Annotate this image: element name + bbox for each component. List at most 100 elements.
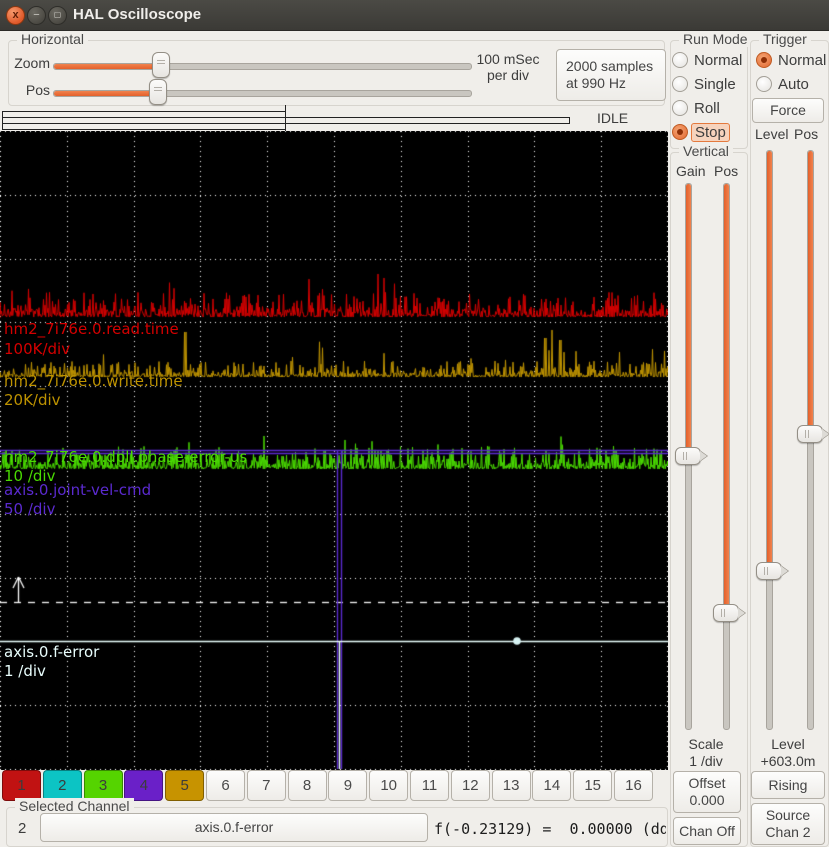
trigger-radio-auto[interactable]: Auto [756,75,809,93]
scale-caption: Scale [688,736,724,752]
vertical-pos-slider-fill [724,184,729,613]
run-mode-radio-normal-label: Normal [694,51,743,69]
radio-circle[interactable] [672,100,688,116]
chan-off-button-label: Chan Off [679,822,735,839]
pos-slider-track[interactable] [53,90,472,97]
channel-button-16[interactable]: 16 [614,770,653,801]
trace-scale-label-3: 50 /div [4,500,56,518]
radio-circle[interactable] [672,76,688,92]
samples-button[interactable]: 2000 samples at 990 Hz [556,49,666,101]
status-label: IDLE [597,110,629,126]
maximize-icon[interactable]: ▢ [48,6,67,25]
rising-button-label: Rising [768,776,808,793]
horizontal-frame-label: Horizontal [17,31,89,47]
cursor-readout: f(-0.23129) = 0.00000 (dd [434,820,666,838]
sample-rate-line1: 100 mSec [476,51,540,67]
trace-scale-label-1: 20K/div [4,391,61,409]
channel-button-5[interactable]: 5 [165,770,205,801]
radio-circle[interactable] [756,76,772,92]
gain-slider-handle[interactable] [675,447,701,465]
channel-button-1[interactable]: 1 [2,770,41,801]
selected-channel-frame-label: Selected Channel [15,798,134,814]
run-mode-radio-roll[interactable]: Roll [672,99,720,117]
vertical-pos-label: Pos [714,163,739,179]
pos-label: Pos [25,82,50,98]
scope-display[interactable]: hm2_7i76e.0.read.time 100K/div hm2_7i76e.0… [0,131,668,770]
record-window-box [2,111,286,130]
trigger-radio-auto-label: Auto [778,75,809,93]
selected-channel-pin-button[interactable]: axis.0.f-error [40,813,428,842]
samples-button-line1: 2000 samples [566,58,654,74]
trace-name-label-2: hm2_7i76e.0.dpll.phase-error-us [4,448,248,466]
radio-circle[interactable] [672,52,688,68]
trigger-source-line1: Source [765,807,811,823]
force-button-label: Force [770,102,806,118]
title-bar: x − ▢ HAL Oscilloscope [0,0,829,31]
channel-button-8[interactable]: 8 [287,770,327,801]
run-mode-radio-roll-label: Roll [694,99,720,117]
trace-name-label-3: axis.0.joint-vel-cmd [4,481,152,499]
channel-button-6[interactable]: 6 [206,770,245,801]
trigger-pos-label: Pos [794,126,819,142]
channel-button-12[interactable]: 12 [450,770,490,801]
run-mode-radio-stop-label: Stop [691,122,730,142]
offset-button-line1: Offset [688,775,726,791]
run-mode-radio-normal[interactable]: Normal [672,51,742,69]
trace-scale-label-4: 1 /div [4,662,46,680]
samples-button-line2: at 990 Hz [566,75,626,91]
trigger-level-slider-handle[interactable] [756,562,782,580]
channel-button-15[interactable]: 15 [573,770,613,801]
chan-off-button[interactable]: Chan Off [673,817,741,845]
channel-button-13[interactable]: 13 [491,770,531,801]
sample-rate-line2: per div [486,67,530,83]
channel-button-9[interactable]: 9 [328,770,368,801]
run-mode-radio-single-label: Single [694,75,736,93]
trigger-frame: Trigger [750,31,829,847]
run-mode-radio-single[interactable]: Single [672,75,736,93]
channel-button-14[interactable]: 14 [532,770,572,801]
channel-button-11[interactable]: 11 [410,770,449,801]
channel-button-2[interactable]: 2 [42,770,82,801]
trace-name-label-1: hm2_7i76e.0.write.time [4,372,183,390]
trigger-source-button[interactable]: Source Chan 2 [751,803,825,845]
vertical-gain-label: Gain [676,163,706,179]
offset-button[interactable]: Offset 0.000 [673,771,741,813]
rising-button[interactable]: Rising [751,771,825,799]
radio-circle[interactable] [672,124,688,140]
offset-button-line2: 0.000 [689,792,725,808]
trace-name-label-4: axis.0.f-error [4,643,100,661]
trace-name-label-0: hm2_7i76e.0.read.time [4,320,179,338]
record-position-tick [285,105,286,134]
trigger-radio-normal[interactable]: Normal [756,51,826,69]
channel-button-10[interactable]: 10 [369,770,409,801]
trigger-pos-slider-fill [808,151,813,434]
trigger-level-slider-fill [767,151,772,571]
scale-value: 1 /div [689,753,723,769]
zoom-slider-handle[interactable] [152,52,170,78]
trigger-level-caption: Level [771,736,805,752]
channel-button-4[interactable]: 4 [124,770,164,801]
trace-scale-label-0: 100K/div [4,340,71,358]
run-mode-radio-stop[interactable]: Stop [672,122,730,142]
gain-slider-fill [686,184,691,456]
vertical-pos-slider-handle[interactable] [713,604,739,622]
pos-slider-handle[interactable] [149,79,167,105]
radio-circle[interactable] [756,52,772,68]
selected-channel-pin-label: axis.0.f-error [194,819,274,835]
channel-button-3[interactable]: 3 [83,770,123,801]
window-title: HAL Oscilloscope [73,6,202,23]
trigger-level-slider-track[interactable] [766,150,773,730]
sample-rate-label: 100 mSec per div [468,51,548,83]
zoom-slider-track[interactable] [53,63,472,70]
trigger-pos-slider-handle[interactable] [797,425,823,443]
minimize-icon[interactable]: − [27,6,46,25]
pos-slider-fill [54,91,158,96]
zoom-label: Zoom [14,55,50,71]
close-icon[interactable]: x [6,6,25,25]
trigger-source-line2: Chan 2 [765,824,811,840]
trigger-radio-normal-label: Normal [778,51,827,69]
force-button[interactable]: Force [752,98,824,123]
trigger-level-value: +603.0m [760,753,816,769]
channel-button-7[interactable]: 7 [246,770,286,801]
vertical-pos-slider-track[interactable] [723,183,730,730]
